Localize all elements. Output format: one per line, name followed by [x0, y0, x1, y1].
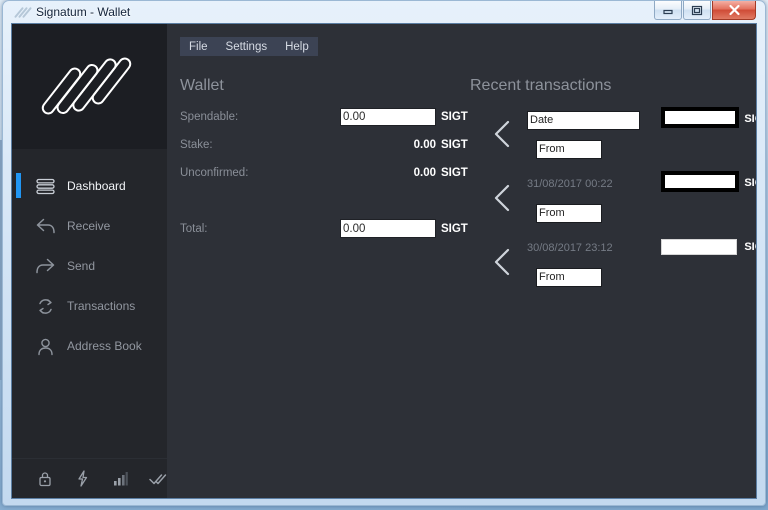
- sidebar: Dashboard Receive Send Transactions Addr…: [12, 24, 167, 498]
- table-row[interactable]: 30/08/2017 23:12 From + SIGT: [470, 237, 756, 301]
- wallet-row-value: 0.00: [413, 166, 436, 179]
- menu-help[interactable]: Help: [276, 37, 318, 56]
- transactions-panel-title: Recent transactions: [470, 77, 612, 94]
- wallet-total-unit: SIGT: [441, 222, 468, 235]
- wallet-row-label: Stake:: [180, 138, 213, 151]
- transaction-date: 31/08/2017 00:22: [527, 178, 613, 190]
- sync-check-icon[interactable]: [149, 470, 167, 488]
- transaction-from: From: [536, 204, 602, 223]
- transaction-amount-redaction: [661, 171, 739, 192]
- close-icon: [728, 4, 740, 16]
- person-icon: [34, 335, 56, 357]
- status-bar: [12, 458, 167, 498]
- signatum-logo-icon: [38, 47, 138, 127]
- desktop-backdrop: Signatum - Wallet Dashboard Receive Send…: [0, 0, 768, 510]
- transaction-amount-redaction: [661, 239, 737, 255]
- transaction-unit: SIGT: [744, 177, 756, 189]
- sidebar-item-transactions[interactable]: Transactions: [12, 286, 167, 326]
- send-arrow-icon: [34, 255, 56, 277]
- transaction-from: From: [536, 140, 602, 159]
- maximize-icon: [691, 5, 703, 15]
- table-row[interactable]: 31/08/2017 00:22 From + SIGT: [470, 171, 756, 237]
- wallet-row-label: Unconfirmed:: [180, 166, 249, 179]
- maximize-button[interactable]: [683, 1, 711, 20]
- window-client-area: Dashboard Receive Send Transactions Addr…: [11, 23, 757, 499]
- connection-bars-icon[interactable]: [111, 470, 129, 488]
- minimize-button[interactable]: [654, 1, 682, 20]
- recent-transactions-panel: Recent transactions Date From + SIGT: [470, 77, 756, 301]
- wallet-row-unit: SIGT: [441, 110, 468, 123]
- window-title: Signatum - Wallet: [36, 5, 131, 19]
- transaction-amount-redaction: [661, 107, 739, 128]
- staking-bolt-icon[interactable]: [74, 470, 92, 488]
- window-title-bar[interactable]: Signatum - Wallet: [11, 1, 757, 23]
- signatum-logo-icon: [14, 5, 32, 20]
- wallet-panel-title: Wallet: [180, 77, 224, 94]
- refresh-icon: [34, 295, 56, 317]
- menu-bar: File Settings Help: [180, 37, 318, 56]
- sidebar-item-label: Dashboard: [67, 179, 126, 193]
- dashboard-icon: [34, 175, 56, 197]
- wallet-row-spendable: Spendable: 0.00 SIGT: [180, 106, 470, 127]
- main-content: File Settings Help Wallet Spendable: 0.0…: [167, 24, 756, 498]
- menu-file[interactable]: File: [180, 37, 217, 56]
- transaction-from: From: [536, 268, 602, 287]
- wallet-row-unit: SIGT: [441, 138, 468, 151]
- sidebar-item-dashboard[interactable]: Dashboard: [12, 166, 167, 206]
- application-window: Signatum - Wallet Dashboard Receive Send…: [2, 0, 766, 506]
- sidebar-item-label: Address Book: [67, 339, 142, 353]
- sidebar-item-label: Receive: [67, 219, 111, 233]
- sidebar-nav: Dashboard Receive Send Transactions Addr…: [12, 149, 167, 458]
- transaction-date: Date: [527, 111, 640, 130]
- sidebar-item-label: Send: [67, 259, 96, 273]
- wallet-row-total: Total: 0.00 SIGT: [180, 218, 470, 239]
- transaction-unit: SIGT: [744, 113, 756, 125]
- transaction-unit: SIGT: [744, 241, 756, 253]
- minimize-icon: [663, 9, 673, 15]
- wallet-row-value: 0.00: [343, 110, 366, 123]
- wallet-row-unit: SIGT: [441, 166, 468, 179]
- wallet-row-unconfirmed: Unconfirmed: 0.00 SIGT: [180, 162, 470, 183]
- receive-arrow-icon: [34, 215, 56, 237]
- transaction-date: 30/08/2017 23:12: [527, 242, 613, 254]
- lock-icon[interactable]: [36, 470, 54, 488]
- wallet-total-value: 0.00: [343, 222, 366, 235]
- incoming-chevron-icon: [491, 247, 515, 277]
- wallet-row-label: Spendable:: [180, 110, 239, 123]
- close-button[interactable]: [712, 1, 756, 20]
- wallet-total-label: Total:: [180, 222, 208, 235]
- sidebar-item-label: Transactions: [67, 299, 136, 313]
- menu-settings[interactable]: Settings: [217, 37, 277, 56]
- spendable-value-redaction: 0.00: [340, 107, 436, 126]
- incoming-chevron-icon: [491, 119, 515, 149]
- window-controls: [654, 1, 756, 20]
- sidebar-logo-panel: [12, 24, 167, 149]
- wallet-panel: Wallet Spendable: 0.00 SIGT Stake: 0.00 …: [180, 77, 470, 246]
- wallet-row-stake: Stake: 0.00 SIGT: [180, 134, 470, 155]
- table-row[interactable]: Date From + SIGT: [470, 107, 756, 173]
- wallet-row-value: 0.00: [413, 138, 436, 151]
- sidebar-item-send[interactable]: Send: [12, 246, 167, 286]
- total-value-redaction: 0.00: [340, 219, 436, 238]
- incoming-chevron-icon: [491, 183, 515, 213]
- sidebar-item-address-book[interactable]: Address Book: [12, 326, 167, 366]
- sidebar-item-receive[interactable]: Receive: [12, 206, 167, 246]
